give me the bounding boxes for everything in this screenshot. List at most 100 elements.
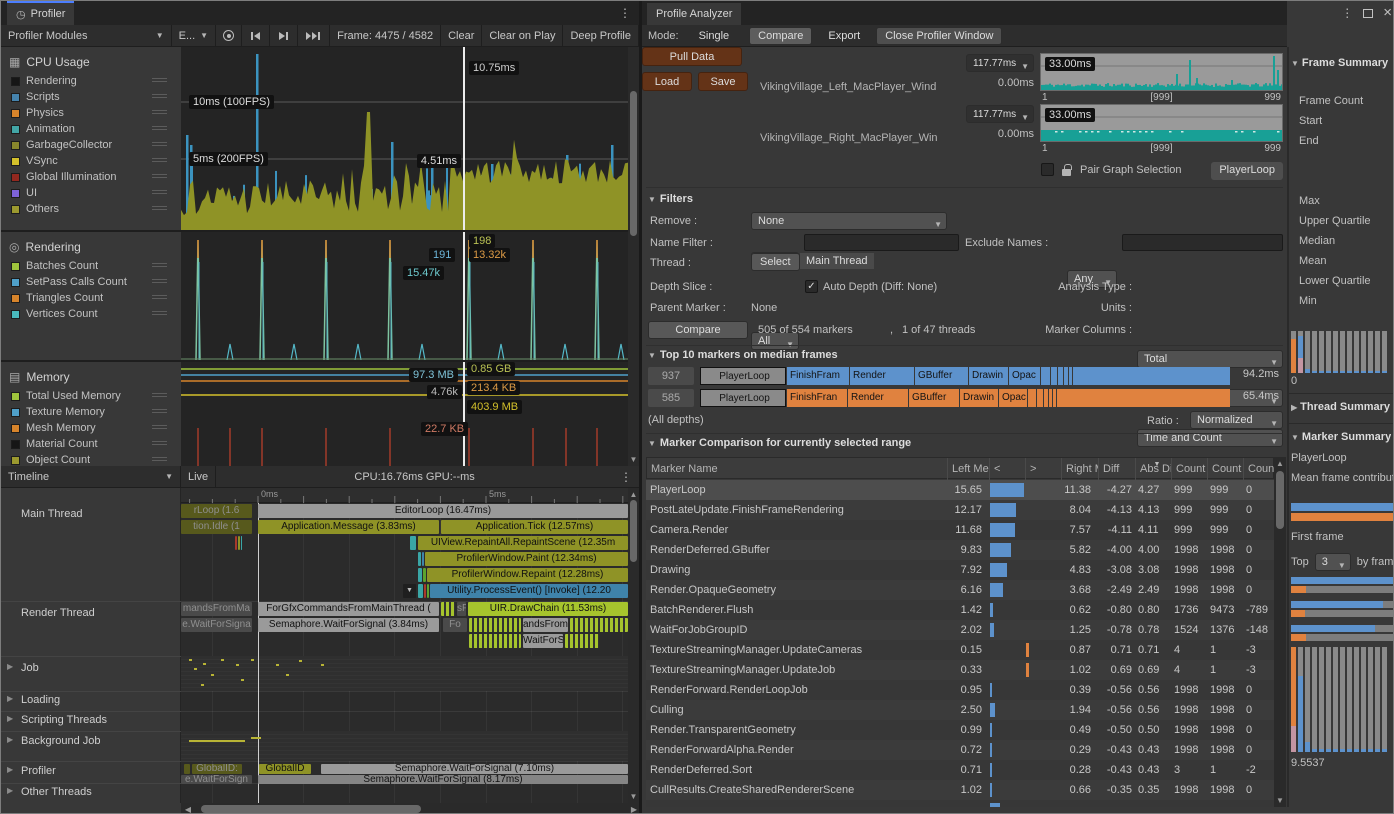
profiler-kebab-icon[interactable]: ⋮ xyxy=(619,6,631,20)
drag-handle-icon[interactable] xyxy=(152,425,167,431)
top10-segment[interactable]: Render xyxy=(850,367,914,385)
marker-summary-histogram[interactable] xyxy=(1291,647,1387,752)
drag-handle-icon[interactable] xyxy=(152,190,167,196)
table-row[interactable]: TextureStreamingManager.UpdateCameras0.1… xyxy=(646,640,1274,660)
frame-selection-line[interactable] xyxy=(463,47,465,230)
table-row[interactable]: WaitForJobGroupID2.021.25-0.780.78152413… xyxy=(646,620,1274,640)
thread-label-loading[interactable]: ▶Loading xyxy=(1,694,181,706)
timeline-span[interactable] xyxy=(423,568,426,582)
top10-segment[interactable] xyxy=(1058,367,1063,385)
thread-label-main-thread[interactable]: Main Thread xyxy=(1,508,181,520)
top10-segment[interactable] xyxy=(1053,389,1056,407)
load-button[interactable]: Load xyxy=(642,72,692,91)
drag-handle-icon[interactable] xyxy=(152,441,167,447)
timeline-span[interactable] xyxy=(469,634,521,648)
mode-single[interactable]: Single xyxy=(685,30,744,42)
timeline-span[interactable]: GlobalID: xyxy=(192,764,242,774)
table-row[interactable]: TextureStreamingManager.UpdateJob0.331.0… xyxy=(646,660,1274,680)
record-button[interactable] xyxy=(216,25,242,46)
clear-on-play-button[interactable]: Clear on Play xyxy=(482,25,563,46)
timeline-span[interactable]: ▼ xyxy=(403,584,416,598)
table-row[interactable]: RenderDeferred.Sort0.710.28-0.430.4331-2 xyxy=(646,760,1274,780)
top-count-dropdown[interactable]: 3▼ xyxy=(1315,553,1351,571)
top10-segment[interactable] xyxy=(1049,389,1052,407)
top10-segment[interactable]: PlayerLoop xyxy=(700,367,786,385)
module-cpu-usage[interactable]: ▦CPU UsageRenderingScriptsPhysicsAnimati… xyxy=(1,47,181,230)
top10-segment[interactable] xyxy=(1028,389,1036,407)
close-icon[interactable]: × xyxy=(1383,8,1392,18)
top10-segment[interactable] xyxy=(1051,367,1057,385)
frame-summary-histogram[interactable] xyxy=(1291,331,1387,373)
legend-item[interactable]: Animation xyxy=(1,121,181,137)
legend-item[interactable]: Global Illumination xyxy=(1,169,181,185)
export-button[interactable]: Export xyxy=(818,30,870,42)
legend-item[interactable]: Texture Memory xyxy=(1,404,181,420)
timeline-span[interactable]: rLoop (1.6 xyxy=(181,504,252,518)
timeline-span[interactable] xyxy=(238,536,240,550)
thread-label-render-thread[interactable]: Render Thread xyxy=(1,607,181,619)
timeline-span[interactable]: e.WaitForSigna xyxy=(181,618,252,632)
top10-segment[interactable]: GBuffer xyxy=(909,389,959,407)
clear-button[interactable]: Clear xyxy=(441,25,482,46)
legend-item[interactable]: SetPass Calls Count xyxy=(1,274,181,290)
timeline-span[interactable]: UIView.RepaintAll.RepaintScene (12.35m xyxy=(418,536,628,550)
top10-segment[interactable]: PlayerLoop xyxy=(700,389,786,407)
timeline-kebab-icon[interactable]: ⋮ xyxy=(613,466,639,487)
drag-handle-icon[interactable] xyxy=(152,295,167,301)
top10-fold-icon[interactable]: ▼ xyxy=(648,351,656,360)
thread-select-button[interactable]: Select xyxy=(751,253,800,271)
column-header-4[interactable]: Right Median xyxy=(1061,458,1098,480)
top10-segment[interactable]: FinishFram xyxy=(787,367,849,385)
timeline-span[interactable]: Application.Tick (12.57ms) xyxy=(441,520,628,534)
legend-item[interactable]: Mesh Memory xyxy=(1,420,181,436)
cpu-usage-chart[interactable]: 10ms (100FPS)5ms (200FPS)10.75ms4.51ms xyxy=(181,47,628,230)
table-row[interactable]: Drawing7.924.83-3.083.08199819980 xyxy=(646,560,1274,580)
drag-handle-icon[interactable] xyxy=(152,110,167,116)
legend-item[interactable]: Object Count xyxy=(1,452,181,466)
table-row[interactable]: Culling2.501.94-0.560.56199819980 xyxy=(646,700,1274,720)
column-header-0[interactable]: Marker Name xyxy=(647,458,947,480)
column-header-2[interactable]: < xyxy=(989,458,1025,480)
drag-handle-icon[interactable] xyxy=(152,126,167,132)
timeline-span[interactable]: Utility.ProcessEvent() [Invoke] (12.20 xyxy=(430,584,628,598)
timeline-vscrollbar[interactable]: ▲ ▼ xyxy=(628,488,639,803)
timeline-span[interactable]: ForGfxCommandsFromMainThread ( xyxy=(258,602,439,616)
timeline-span[interactable]: Semaphore.WaitForSignal (7.10ms) xyxy=(321,764,628,774)
drag-handle-icon[interactable] xyxy=(152,311,167,317)
column-header-1[interactable]: Left Median xyxy=(947,458,989,480)
top10-segment[interactable]: Drawin xyxy=(960,389,998,407)
fold-icon[interactable]: ▶ xyxy=(7,786,13,795)
top10-segment[interactable]: Render xyxy=(848,389,908,407)
filters-fold-icon[interactable]: ▼ xyxy=(648,195,656,204)
editor-target-dropdown[interactable]: E...▼ xyxy=(172,25,216,46)
timeline-hscrollbar[interactable]: ◀ ▶ xyxy=(181,803,639,814)
top10-row[interactable]: 585PlayerLoopFinishFranRenderGBufferDraw… xyxy=(642,388,1287,408)
pair-graph-checkbox[interactable] xyxy=(1041,163,1054,176)
top10-segment[interactable] xyxy=(1044,389,1048,407)
table-row[interactable]: PostLateUpdate.FinishFrameRendering12.17… xyxy=(646,500,1274,520)
timeline-span[interactable]: mandsFromMa xyxy=(181,602,252,616)
top10-segment[interactable] xyxy=(1073,367,1230,385)
legend-item[interactable]: Vertices Count xyxy=(1,306,181,322)
timeline-span[interactable] xyxy=(441,602,455,616)
fold-icon[interactable]: ▶ xyxy=(7,714,13,723)
table-row[interactable]: RenderForward.RenderLoopJob0.950.39-0.56… xyxy=(646,680,1274,700)
drag-handle-icon[interactable] xyxy=(152,94,167,100)
legend-item[interactable]: Total Used Memory xyxy=(1,388,181,404)
timeline-span[interactable] xyxy=(427,584,429,598)
legend-item[interactable]: Scripts xyxy=(1,89,181,105)
column-header-6[interactable]: Abs Diff▼ xyxy=(1135,458,1171,480)
drag-handle-icon[interactable] xyxy=(152,174,167,180)
legend-item[interactable]: Material Count xyxy=(1,436,181,452)
legend-item[interactable]: Batches Count xyxy=(1,258,181,274)
modules-scrollbar[interactable]: ▼ xyxy=(628,47,639,466)
table-header[interactable]: Marker NameLeft Median<>Right MedianDiff… xyxy=(646,457,1274,479)
timeline-span[interactable]: Fo xyxy=(443,618,467,632)
timeline-span[interactable] xyxy=(235,536,237,550)
timeline-span[interactable] xyxy=(422,552,424,566)
frame-time-graph[interactable]: 33.00ms xyxy=(1040,53,1283,91)
top10-row[interactable]: 937PlayerLoopFinishFramRenderGBufferDraw… xyxy=(642,366,1287,386)
timeline-view-dropdown[interactable]: Timeline▼ xyxy=(1,466,181,487)
timeline-span[interactable]: Application.Message (3.83ms) xyxy=(258,520,439,534)
timeline-span[interactable]: e.WaitForSign xyxy=(181,775,252,784)
